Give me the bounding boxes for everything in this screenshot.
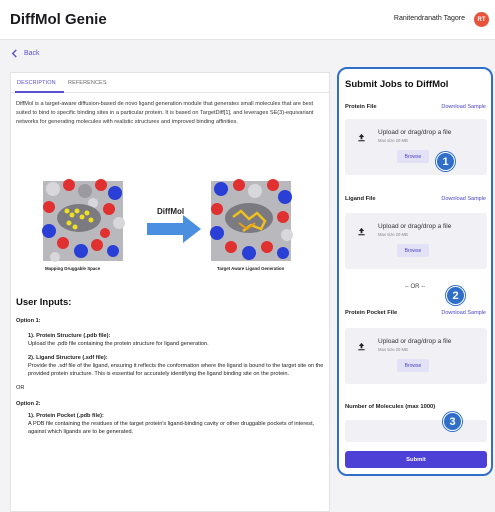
back-link[interactable]: Back — [10, 49, 40, 58]
pocket-file-dropzone[interactable]: Upload or drag/drop a file Max size 20 M… — [345, 328, 487, 384]
protein-file-label: Protein File — [345, 104, 377, 110]
or-divider: -- OR -- — [404, 284, 426, 290]
active-tab-indicator — [15, 91, 64, 93]
molecules-input[interactable] — [345, 420, 487, 442]
protein-structure-title: 1). Protein Structure (.pdb file): — [28, 333, 111, 339]
ligand-file-dropzone[interactable]: Upload or drag/drop a file Max size 20 M… — [345, 213, 487, 269]
or-separator: OR — [16, 385, 25, 391]
ligand-generation-image — [210, 179, 293, 261]
tab-bar: DESCRIPTION REFERENCES — [11, 73, 329, 93]
user-inputs-body: Option 1: 1). Protein Structure (.pdb fi… — [16, 317, 326, 436]
ligand-drop-text: Upload or drag/drop a file — [378, 223, 452, 230]
protein-pocket-title: 1). Protein Pocket (.pdb file): — [28, 413, 104, 419]
chevron-left-icon — [11, 49, 17, 58]
step-badge-2: 2 — [446, 286, 465, 305]
protein-drop-text: Upload or drag/drop a file — [378, 129, 452, 136]
description-panel: DESCRIPTION REFERENCES DiffMol is a targ… — [10, 72, 330, 512]
top-bar: DiffMol Genie Ranitendranath Tagore RT — [0, 0, 495, 40]
druggable-space-image — [42, 179, 125, 262]
right-figure-caption: Target Aware Ligand Generation — [217, 266, 285, 271]
protein-illustration — [42, 179, 293, 262]
protein-browse-button[interactable]: Browse — [397, 150, 429, 163]
submit-panel: Submit Jobs to DiffMol Protein File Down… — [337, 67, 493, 476]
user-name[interactable]: Ranitendranath Tagore — [394, 15, 465, 22]
tab-description[interactable]: DESCRIPTION — [17, 80, 56, 86]
submit-button[interactable]: Submit — [345, 451, 487, 468]
ligand-max-size: Max size 20 MB — [378, 232, 408, 237]
option-1-heading: Option 1: — [16, 318, 41, 324]
app-title: DiffMol Genie — [10, 11, 107, 28]
ligand-structure-text: Provide the .sdf file of the ligand, ens… — [28, 363, 324, 377]
arrow-right-icon — [147, 215, 201, 243]
avatar[interactable]: RT — [474, 12, 489, 27]
ligand-browse-button[interactable]: Browse — [397, 244, 429, 257]
upload-icon — [358, 133, 365, 142]
protein-file-dropzone[interactable]: Upload or drag/drop a file Max size 20 M… — [345, 119, 487, 175]
pocket-browse-button[interactable]: Browse — [397, 359, 429, 372]
pocket-file-label: Protein Pocket File — [345, 310, 398, 316]
step-badge-3: 3 — [443, 412, 462, 431]
diffmol-figure: DiffMol Mapping Druggable Space Target A… — [39, 173, 297, 281]
molecules-label: Number of Molecules (max 1000) — [345, 404, 436, 410]
pocket-download-sample-link[interactable]: Download Sample — [441, 310, 486, 316]
ligand-download-sample-link[interactable]: Download Sample — [441, 196, 486, 202]
back-label: Back — [24, 50, 40, 57]
pocket-max-size: Max size 20 MB — [378, 347, 408, 352]
arrow-label: DiffMol — [157, 207, 185, 216]
protein-pocket-text: A PDB file containing the residues of th… — [28, 421, 315, 435]
description-text: DiffMol is a target-aware diffusion-base… — [16, 101, 314, 125]
protein-max-size: Max size 20 MB — [378, 138, 408, 143]
submit-panel-title: Submit Jobs to DiffMol — [345, 79, 449, 90]
option-2-heading: Option 2: — [16, 401, 41, 407]
user-inputs-heading: User Inputs: — [16, 297, 72, 308]
pocket-drop-text: Upload or drag/drop a file — [378, 338, 452, 345]
upload-icon — [358, 342, 365, 351]
tab-references[interactable]: REFERENCES — [68, 80, 107, 86]
left-figure-caption: Mapping Druggable Space — [45, 266, 101, 271]
ligand-structure-title: 2). Ligand Structure (.sdf file): — [28, 355, 108, 361]
ligand-file-label: Ligand File — [345, 196, 376, 202]
step-badge-1: 1 — [436, 152, 455, 171]
protein-structure-text: Upload the .pdb file containing the prot… — [28, 341, 209, 347]
protein-download-sample-link[interactable]: Download Sample — [441, 104, 486, 110]
upload-icon — [358, 227, 365, 236]
